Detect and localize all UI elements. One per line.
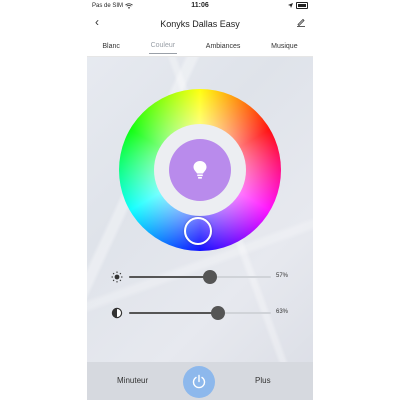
- sun-icon: [111, 271, 123, 283]
- tab-musique[interactable]: Musique: [269, 39, 299, 54]
- tab-couleur[interactable]: Couleur: [148, 38, 178, 54]
- contrast-slider[interactable]: [129, 306, 271, 320]
- timer-button[interactable]: Minuteur: [117, 376, 148, 385]
- status-right: [288, 2, 308, 9]
- status-bar: Pas de SIM 11:06: [87, 0, 313, 12]
- brightness-slider-fill: [129, 276, 210, 278]
- contrast-slider-thumb[interactable]: [211, 306, 226, 320]
- battery-icon: [296, 2, 308, 9]
- light-bulb-icon: [193, 161, 207, 179]
- clock: 11:06: [191, 2, 209, 9]
- nav-header: ‹ Konyks Dallas Easy: [87, 12, 313, 36]
- selected-color-preview: [169, 139, 231, 201]
- page-title: Konyks Dallas Easy: [160, 19, 240, 29]
- tab-blanc[interactable]: Blanc: [100, 39, 122, 54]
- contrast-slider-fill: [129, 312, 219, 314]
- app-screen: Pas de SIM 11:06 ‹ Konyks Dallas Easy Bl…: [87, 0, 313, 400]
- brightness-slider[interactable]: [129, 270, 271, 284]
- tab-bar: Blanc Couleur Ambiances Musique: [87, 36, 313, 57]
- edit-pencil-icon[interactable]: [296, 17, 306, 27]
- color-selector-handle[interactable]: [184, 217, 212, 245]
- more-button[interactable]: Plus: [255, 376, 271, 385]
- contrast-slider-row: 63%: [111, 306, 301, 320]
- location-arrow-icon: [288, 3, 293, 8]
- brightness-slider-thumb[interactable]: [202, 270, 217, 284]
- back-chevron-icon[interactable]: ‹: [95, 15, 99, 29]
- brightness-slider-row: 57%: [111, 270, 301, 284]
- contrast-icon: [111, 307, 123, 319]
- power-icon: [192, 374, 206, 389]
- brightness-value: 57%: [276, 273, 289, 279]
- power-button[interactable]: [183, 366, 215, 398]
- contrast-value: 63%: [276, 309, 289, 315]
- tab-ambiances[interactable]: Ambiances: [204, 39, 243, 54]
